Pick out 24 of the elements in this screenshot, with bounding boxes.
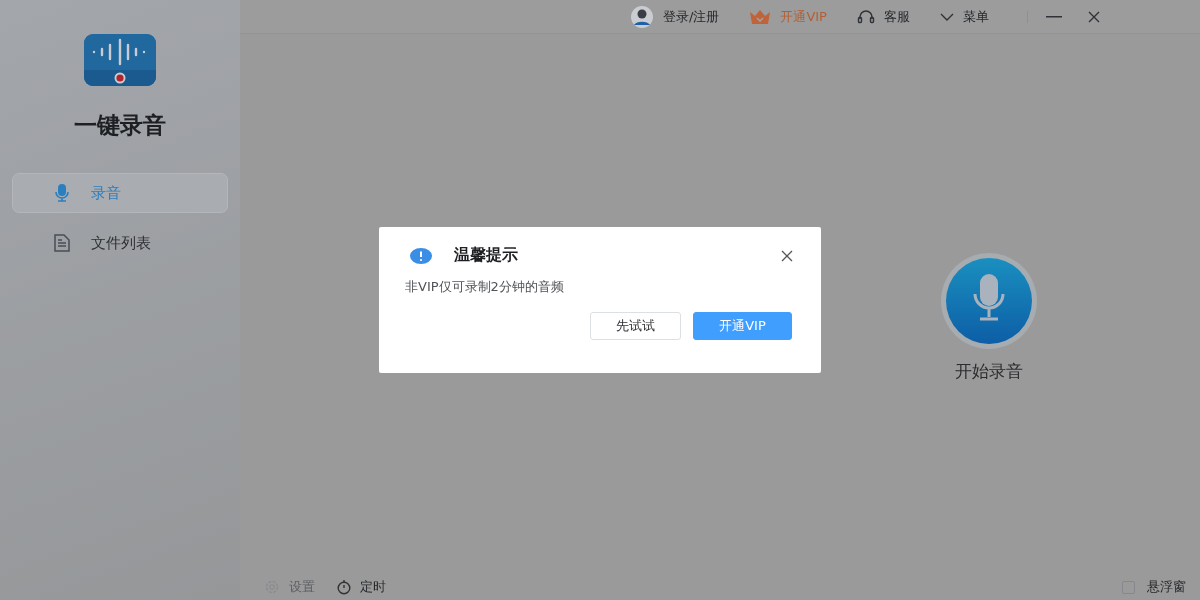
menu-button[interactable]: 菜单 [939, 7, 989, 26]
app-name: 一键录音 [74, 111, 166, 140]
dialog-title: 温馨提示 [454, 245, 518, 266]
document-icon [53, 234, 71, 252]
dialog-message: 非VIP仅可录制2分钟的音频 [405, 278, 565, 296]
timer-icon [337, 579, 351, 595]
chevron-down-icon [939, 11, 954, 22]
float-window-label: 悬浮窗 [1147, 578, 1186, 596]
minimize-icon[interactable] [1045, 15, 1062, 18]
crown-icon [749, 8, 772, 25]
login-link[interactable]: 登录/注册 [630, 4, 720, 29]
info-icon [410, 247, 432, 264]
support-link[interactable]: 客服 [856, 7, 910, 26]
app-logo-icon [84, 34, 156, 86]
vip-button[interactable]: 开通VIP [693, 312, 792, 340]
microphone-icon [53, 184, 71, 202]
try-button[interactable]: 先试试 [590, 312, 681, 340]
timer-button[interactable]: 定时 [337, 578, 386, 596]
sidebar-item[interactable]: 文件列表 [12, 223, 228, 263]
close-icon[interactable] [1087, 10, 1100, 23]
avatar-icon [630, 4, 654, 29]
close-icon[interactable] [781, 249, 793, 262]
start-recording-label: 开始录音 [955, 360, 1023, 383]
headset-icon [856, 7, 875, 26]
